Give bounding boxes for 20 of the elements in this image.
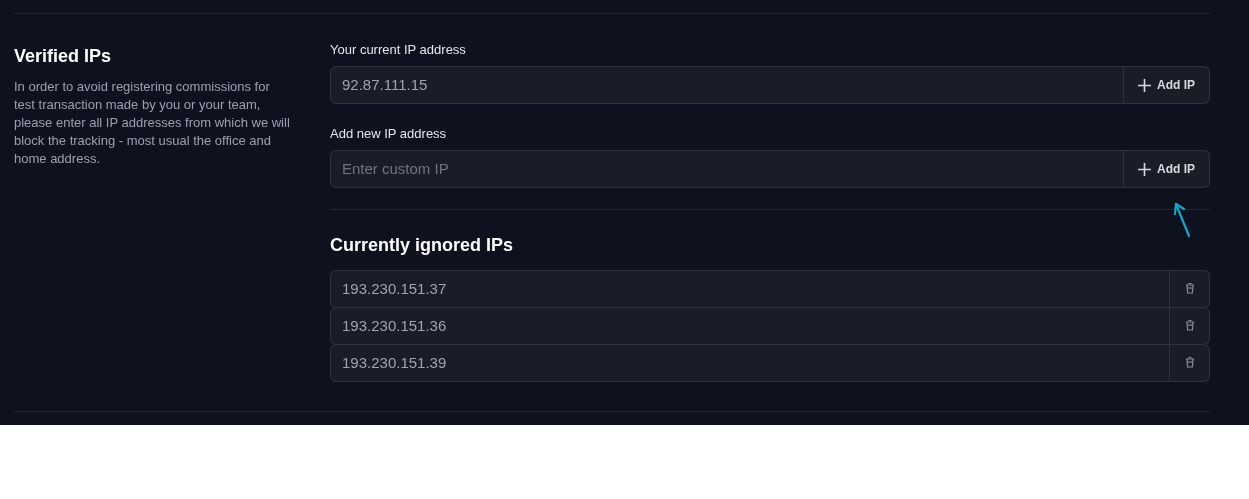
ip-input-field[interactable]: 92.87.111.15: [330, 66, 1124, 104]
list-title: Currently ignored IPs: [330, 234, 515, 257]
add-ip-button[interactable]: Add IP: [1124, 66, 1210, 104]
delete-button[interactable]: [1170, 307, 1210, 345]
section-title: Verified IPs: [14, 45, 113, 68]
delete-button[interactable]: [1170, 344, 1210, 382]
trash-icon: [1184, 319, 1195, 331]
ip-entry: 193.230.151.37: [330, 270, 1170, 308]
trash-icon: [1184, 356, 1195, 368]
section-description: In order to avoid registering commissions for test transaction made by you or your team, please enter all IP addresses from which we will block the tracking - most usual the office and home address.: [14, 78, 291, 168]
field-label: Your current IP address: [330, 42, 467, 58]
add-ip-button[interactable]: Add IP: [1124, 150, 1210, 188]
ip-entry: 193.230.151.36: [330, 307, 1170, 345]
ip-entry: 193.230.151.39: [330, 344, 1170, 382]
plus-icon: [1138, 78, 1151, 92]
plus-icon: [1138, 162, 1151, 176]
field-label: Add new IP address: [330, 126, 448, 142]
trash-icon: [1184, 282, 1195, 294]
delete-button[interactable]: [1170, 270, 1210, 308]
ip-input-field[interactable]: Enter custom IP: [330, 150, 1124, 188]
